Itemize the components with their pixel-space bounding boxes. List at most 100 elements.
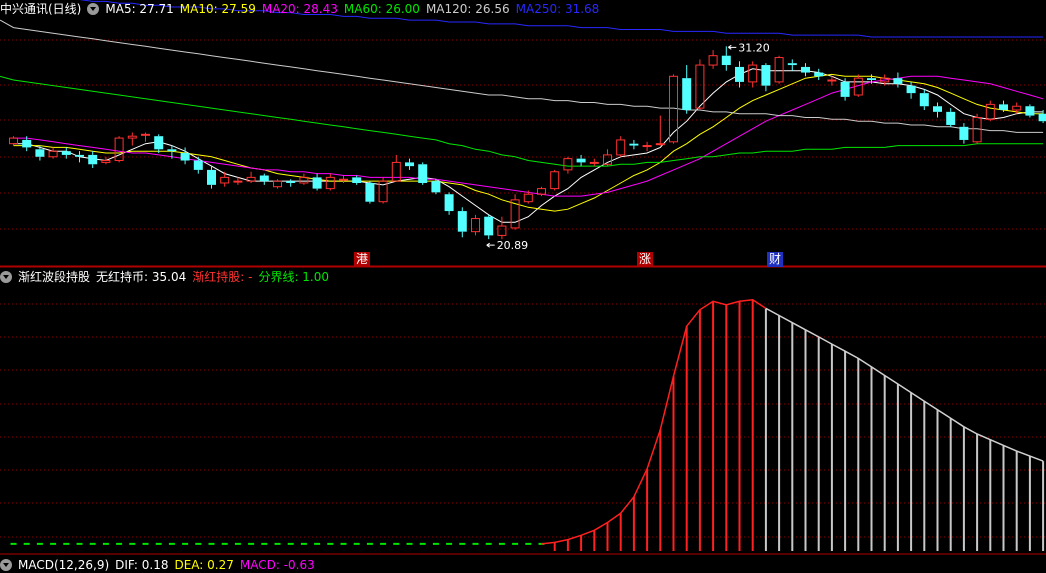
dropdown-icon[interactable] <box>0 559 12 571</box>
candle-body <box>234 181 242 182</box>
candle[interactable] <box>472 215 480 236</box>
candle-body <box>1025 106 1034 115</box>
candle[interactable] <box>709 50 717 69</box>
candle-body <box>761 65 770 86</box>
candle[interactable] <box>62 147 71 158</box>
stock-title: 中兴通讯(日线) <box>0 2 81 16</box>
event-tag[interactable]: 港 <box>354 252 370 267</box>
candle-body <box>221 177 229 183</box>
candle[interactable] <box>445 192 454 214</box>
candle[interactable] <box>326 174 334 191</box>
candle[interactable] <box>564 157 572 174</box>
candle[interactable] <box>775 56 783 84</box>
candle-body <box>735 67 744 82</box>
candle-body <box>207 170 216 185</box>
candle[interactable] <box>207 166 216 188</box>
candle[interactable] <box>959 123 968 144</box>
candle[interactable] <box>749 61 757 87</box>
candle[interactable] <box>814 69 823 80</box>
candle[interactable] <box>907 82 916 99</box>
candle[interactable] <box>142 132 150 141</box>
candle-body <box>893 78 902 84</box>
candle[interactable] <box>761 63 770 91</box>
candle-body <box>749 65 757 82</box>
candle[interactable] <box>590 159 598 166</box>
candle[interactable] <box>933 102 942 117</box>
dropdown-icon[interactable] <box>87 3 99 15</box>
candle-body <box>35 149 44 156</box>
candle[interactable] <box>313 174 322 191</box>
candle-body <box>102 161 110 163</box>
candle[interactable] <box>154 134 163 153</box>
candle-body <box>484 217 493 236</box>
candle[interactable] <box>946 108 955 127</box>
candle-body <box>617 140 625 155</box>
candle-body <box>1013 106 1021 110</box>
candle[interactable] <box>300 174 308 185</box>
candle[interactable] <box>656 116 664 146</box>
ma20-value: MA20: 28.43 <box>262 2 338 16</box>
candle[interactable] <box>247 172 255 183</box>
candle-body <box>722 56 731 65</box>
candle[interactable] <box>405 159 414 170</box>
candle-body <box>788 63 797 65</box>
candle[interactable] <box>431 179 440 194</box>
candle[interactable] <box>643 142 651 151</box>
candle[interactable] <box>682 65 691 114</box>
candle-body <box>973 117 981 141</box>
candle[interactable] <box>10 136 18 145</box>
candle[interactable] <box>1025 104 1034 117</box>
low-price-label: 20.89 <box>497 239 529 252</box>
candle-body <box>286 181 295 183</box>
candle[interactable] <box>379 177 387 203</box>
candle[interactable] <box>352 176 361 185</box>
candle[interactable] <box>629 140 638 149</box>
event-tag[interactable]: 涨 <box>637 252 653 267</box>
candle[interactable] <box>986 101 994 122</box>
candle[interactable] <box>788 59 797 70</box>
candle-body <box>801 67 810 73</box>
candle[interactable] <box>75 151 84 162</box>
candle-body <box>392 162 400 181</box>
high-price-label: 31.20 <box>738 41 770 54</box>
candle[interactable] <box>538 187 546 196</box>
candle[interactable] <box>484 215 493 239</box>
candle[interactable] <box>365 181 374 203</box>
candle[interactable] <box>801 63 810 76</box>
candle[interactable] <box>696 59 704 110</box>
candle-body <box>682 78 691 110</box>
event-tag[interactable]: 财 <box>767 252 783 267</box>
candle[interactable] <box>274 179 282 188</box>
macd-title: MACD(12,26,9) <box>18 558 109 572</box>
indicator-line-white <box>766 308 1043 461</box>
candle[interactable] <box>893 73 902 88</box>
candle[interactable] <box>115 136 123 162</box>
candle[interactable] <box>511 194 519 230</box>
candle[interactable] <box>418 162 427 184</box>
candle[interactable] <box>102 157 110 164</box>
indicator-title: 渐红波段持股 <box>18 270 90 284</box>
candle[interactable] <box>128 132 136 145</box>
dropdown-icon[interactable] <box>0 271 12 283</box>
candle[interactable] <box>194 157 203 174</box>
candlesticks[interactable] <box>10 46 1046 239</box>
candle-body <box>590 162 598 163</box>
candle[interactable] <box>88 151 97 168</box>
candle[interactable] <box>458 207 467 237</box>
candle[interactable] <box>617 136 625 157</box>
candle[interactable] <box>920 89 929 110</box>
candle[interactable] <box>49 147 57 158</box>
candle-body <box>62 151 71 155</box>
candle[interactable] <box>260 174 269 185</box>
candle[interactable] <box>498 217 506 239</box>
candle[interactable] <box>551 170 559 191</box>
candle-body <box>498 226 506 235</box>
candle-body <box>274 181 282 187</box>
candle[interactable] <box>340 176 348 183</box>
candle-body <box>128 136 136 138</box>
candle[interactable] <box>722 46 731 70</box>
grid-lines <box>0 40 1046 554</box>
indicator-line-red <box>542 300 766 544</box>
candle[interactable] <box>286 179 295 186</box>
candle[interactable] <box>735 61 744 87</box>
